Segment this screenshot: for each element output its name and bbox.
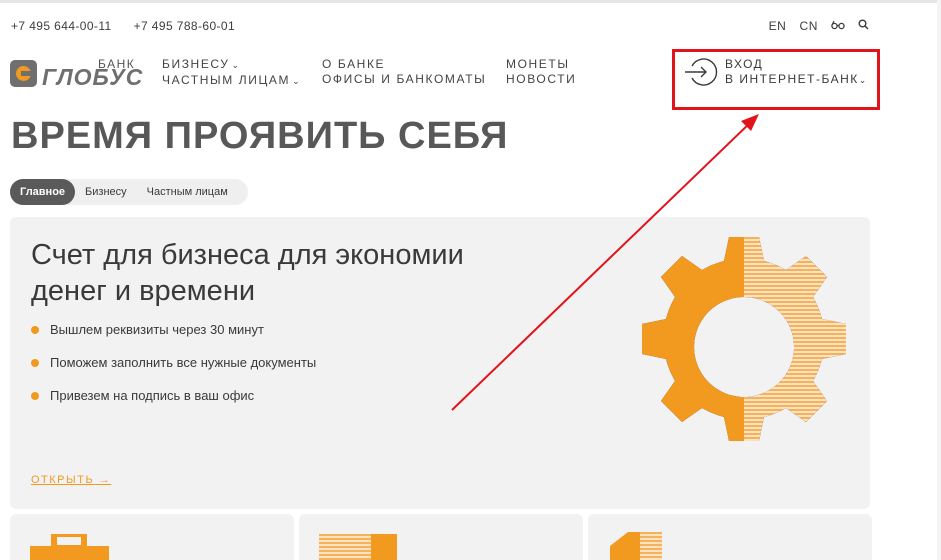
nav-item-offices[interactable]: ОФИСЫ И БАНКОМАТЫ bbox=[322, 72, 486, 87]
tab-main[interactable]: Главное bbox=[10, 179, 76, 205]
phone-numbers: +7 495 644-00-11 +7 495 788-60-01 bbox=[11, 19, 235, 33]
search-icon[interactable] bbox=[858, 19, 869, 33]
nav-item-about[interactable]: О БАНКЕ bbox=[322, 57, 486, 72]
nav-item-news[interactable]: НОВОСТИ bbox=[506, 72, 576, 87]
tab-personal[interactable]: Частным лицам bbox=[137, 179, 238, 205]
phone-number-1[interactable]: +7 495 644-00-11 bbox=[11, 19, 112, 33]
phone-number-2[interactable]: +7 495 788-60-01 bbox=[134, 19, 235, 33]
nav-column-1: БИЗНЕСУ ⌄ ЧАСТНЫМ ЛИЦАМ ⌄ bbox=[162, 57, 301, 89]
gear-icon bbox=[642, 237, 846, 441]
promo-title: Счет для бизнеса для экономии денег и вр… bbox=[31, 239, 464, 307]
lang-en-link[interactable]: EN bbox=[769, 19, 787, 33]
briefcase-icon bbox=[30, 534, 109, 560]
bottom-card-1[interactable] bbox=[10, 514, 294, 560]
page-title: ВРЕМЯ ПРОЯВИТЬ СЕБЯ bbox=[11, 115, 509, 157]
tab-business[interactable]: Бизнесу bbox=[75, 179, 137, 205]
bottom-cards bbox=[10, 514, 872, 560]
list-item: Вышлем реквизиты через 30 минут bbox=[31, 322, 316, 355]
top-border bbox=[0, 0, 941, 3]
audience-tabs: Главное Бизнесу Частным лицам bbox=[10, 179, 248, 205]
nav-item-personal[interactable]: ЧАСТНЫМ ЛИЦАМ ⌄ bbox=[162, 73, 301, 89]
logo-mark-icon bbox=[10, 60, 37, 87]
utility-links: EN CN bbox=[769, 19, 869, 33]
bank-logo[interactable]: БАНК ГЛОБУС bbox=[10, 57, 142, 91]
nav-column-2: О БАНКЕ ОФИСЫ И БАНКОМАТЫ bbox=[322, 57, 486, 87]
highlight-box bbox=[672, 49, 880, 110]
lang-cn-link[interactable]: CN bbox=[799, 19, 818, 33]
nav-item-business-label: БИЗНЕСУ bbox=[162, 57, 230, 71]
promo-card[interactable]: Счет для бизнеса для экономии денег и вр… bbox=[10, 217, 870, 509]
nav-item-personal-label: ЧАСТНЫМ ЛИЦАМ bbox=[162, 73, 291, 87]
list-item: Привезем на подпись в ваш офис bbox=[31, 388, 316, 421]
bottom-card-3[interactable] bbox=[588, 514, 872, 560]
nav-item-coins[interactable]: МОНЕТЫ bbox=[506, 57, 576, 72]
scrollbar-track[interactable] bbox=[937, 0, 941, 560]
nav-item-business[interactable]: БИЗНЕСУ ⌄ bbox=[162, 57, 301, 73]
list-item: Поможем заполнить все нужные документы bbox=[31, 355, 316, 388]
chevron-down-icon: ⌄ bbox=[292, 76, 302, 86]
bottom-card-2[interactable] bbox=[299, 514, 583, 560]
document-icon bbox=[319, 534, 397, 560]
nav-column-3: МОНЕТЫ НОВОСТИ bbox=[506, 57, 576, 87]
glasses-icon[interactable] bbox=[831, 19, 845, 33]
chevron-down-icon: ⌄ bbox=[231, 60, 241, 70]
promo-bullets: Вышлем реквизиты через 30 минут Поможем … bbox=[31, 322, 316, 421]
number-one-icon bbox=[610, 532, 662, 560]
logo-name: ГЛОБУС bbox=[42, 64, 144, 90]
open-account-link[interactable]: ОТКРЫТЬ → bbox=[31, 474, 111, 486]
